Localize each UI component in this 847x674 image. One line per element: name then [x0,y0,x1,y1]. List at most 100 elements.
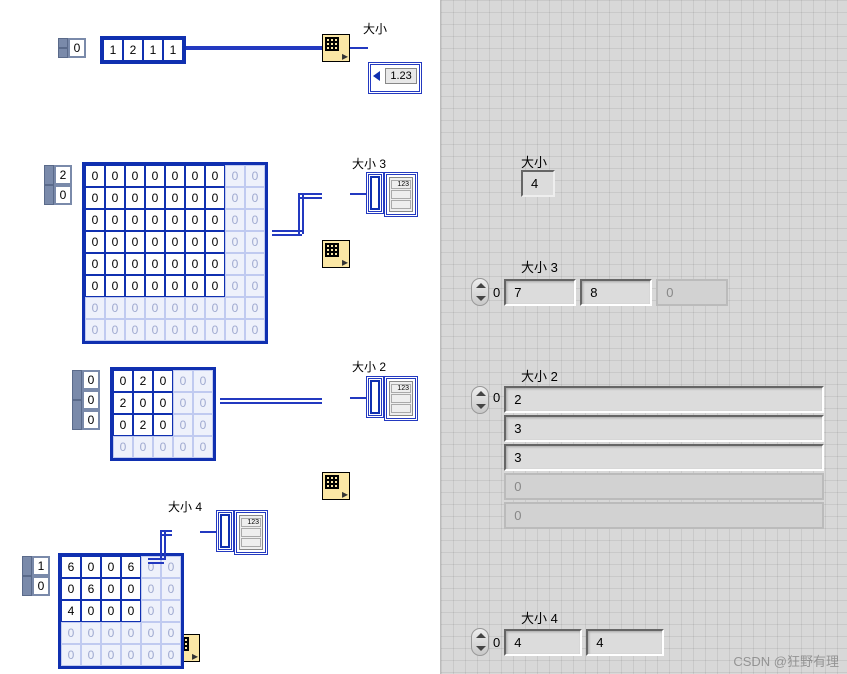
array-cell[interactable]: 0 [101,556,121,578]
array-cell[interactable]: 0 [185,231,205,253]
array-cell[interactable]: 0 [85,209,105,231]
array-cell[interactable]: 0 [185,187,205,209]
size2-index-1[interactable]: 0 [82,390,100,410]
size2-array[interactable]: 02000200000200000000 [110,367,216,461]
fp-size2-array: 2 3 3 0 0 [504,386,824,529]
array-cell[interactable]: 0 [125,209,145,231]
size3-array[interactable]: 0000000000000000000000000000000000000000… [82,162,268,344]
array-cell: 0 [101,622,121,644]
array-cell[interactable]: 0 [101,600,121,622]
array-cell[interactable]: 0 [205,165,225,187]
array-cell: 0 [145,319,165,341]
array-cell[interactable]: 0 [125,253,145,275]
array-cell[interactable]: 0 [113,414,133,436]
array-cell[interactable]: 0 [125,231,145,253]
array-cell[interactable]: 0 [85,187,105,209]
size3-index-row[interactable]: 2 [54,165,72,185]
array-cell[interactable]: 0 [121,600,141,622]
fp-size2-spin[interactable] [471,386,489,414]
array-cell[interactable]: 0 [165,209,185,231]
array-cell: 0 [225,275,245,297]
array-cell[interactable]: 0 [85,275,105,297]
array-cell[interactable]: 0 [85,231,105,253]
array-cell[interactable]: 2 [123,39,143,61]
size4-index-control[interactable]: 1 0 [22,556,50,596]
array-cell[interactable]: 0 [105,253,125,275]
array-cell[interactable]: 0 [153,414,173,436]
array-cell[interactable]: 0 [105,187,125,209]
array-cell[interactable]: 0 [165,165,185,187]
array-cell[interactable]: 0 [105,165,125,187]
fp-size4-spin[interactable] [471,628,489,656]
array-cell[interactable]: 0 [85,253,105,275]
array-cell[interactable]: 0 [165,253,185,275]
array-cell[interactable]: 0 [101,578,121,600]
array-cell[interactable]: 6 [81,578,101,600]
array-cell[interactable]: 0 [145,275,165,297]
fp-size3-spin[interactable] [471,278,489,306]
size4-index-row[interactable]: 1 [32,556,50,576]
size2-index-0[interactable]: 0 [82,370,100,390]
array-cell[interactable]: 4 [61,600,81,622]
array-cell[interactable]: 0 [61,578,81,600]
array-cell[interactable]: 0 [81,556,101,578]
array-size-node-icon[interactable] [322,34,350,62]
array-cell[interactable]: 0 [121,578,141,600]
array-cell[interactable]: 1 [103,39,123,61]
array-cell[interactable]: 0 [85,165,105,187]
array-cell[interactable]: 0 [105,231,125,253]
size1-array[interactable]: 1 2 1 1 [100,36,186,64]
array-cell[interactable]: 0 [165,275,185,297]
size1-index[interactable]: 0 [68,38,86,58]
size4-index-col[interactable]: 0 [32,576,50,596]
size1-index-control[interactable]: 0 [58,38,86,58]
array-cell[interactable]: 1 [143,39,163,61]
array-cell[interactable]: 0 [165,231,185,253]
array-cell[interactable]: 0 [145,165,165,187]
array-cell[interactable]: 0 [125,187,145,209]
size2-index-control[interactable]: 0 0 0 [72,370,100,430]
size3-index-control[interactable]: 2 0 [44,165,72,205]
size4-array[interactable]: 600600060000400000000000000000 [58,553,184,669]
array-cell[interactable]: 2 [133,370,153,392]
fp-size2-index[interactable]: 0 [493,390,500,405]
array-cell[interactable]: 0 [153,392,173,414]
array-cell[interactable]: 0 [153,370,173,392]
fp-size3-index[interactable]: 0 [493,285,500,300]
array-cell: 0 [165,297,185,319]
array-size-node-icon[interactable] [322,472,350,500]
array-cell[interactable]: 0 [145,253,165,275]
array-cell[interactable]: 0 [185,209,205,231]
size1-indicator: 1.23 [368,62,422,94]
fp-size4-index[interactable]: 0 [493,635,500,650]
array-cell[interactable]: 2 [133,414,153,436]
array-size-node-icon[interactable] [322,240,350,268]
array-cell[interactable]: 0 [133,392,153,414]
array-cell[interactable]: 0 [125,275,145,297]
size3-index-col[interactable]: 0 [54,185,72,205]
array-cell[interactable]: 0 [105,275,125,297]
array-cell[interactable]: 0 [105,209,125,231]
size2-index-2[interactable]: 0 [82,410,100,430]
array-cell[interactable]: 0 [205,231,225,253]
array-cell[interactable]: 0 [113,370,133,392]
wire [298,193,322,199]
array-cell[interactable]: 0 [205,209,225,231]
array-cell[interactable]: 0 [205,187,225,209]
array-cell[interactable]: 0 [145,231,165,253]
array-cell[interactable]: 0 [125,165,145,187]
array-cell[interactable]: 0 [185,275,205,297]
array-cell[interactable]: 1 [163,39,183,61]
array-cell[interactable]: 6 [61,556,81,578]
array-cell[interactable]: 0 [145,187,165,209]
wire [350,397,366,399]
array-cell[interactable]: 0 [205,253,225,275]
array-cell[interactable]: 0 [185,165,205,187]
array-cell[interactable]: 0 [145,209,165,231]
array-cell[interactable]: 0 [165,187,185,209]
array-cell[interactable]: 6 [121,556,141,578]
array-cell[interactable]: 0 [185,253,205,275]
array-cell[interactable]: 0 [81,600,101,622]
array-cell[interactable]: 2 [113,392,133,414]
array-cell[interactable]: 0 [205,275,225,297]
